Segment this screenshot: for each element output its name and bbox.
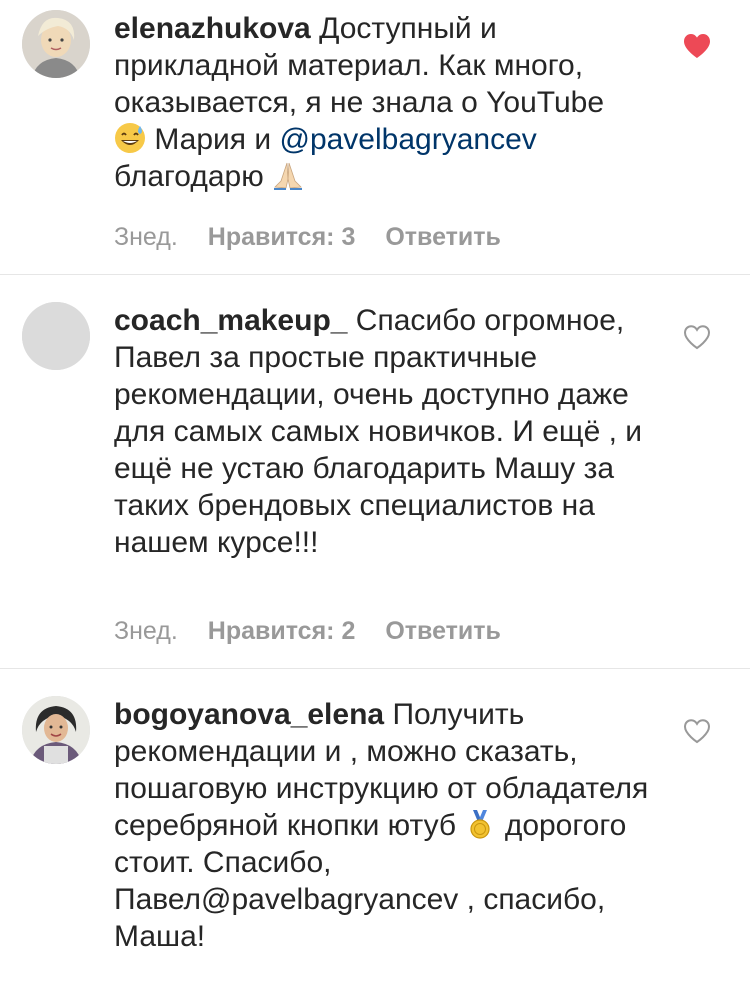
avatar[interactable]	[22, 696, 90, 764]
comment-username[interactable]: coach_makeup_	[114, 304, 347, 337]
comment-item: bogoyanova_elena Получить рекомендации и…	[0, 669, 750, 981]
heart-outline-icon[interactable]	[682, 717, 712, 745]
reply-button[interactable]: Ответить	[385, 223, 501, 251]
comment-time: Знед.	[114, 223, 178, 251]
comment-item: elenazhukova Доступный и прикладной мате…	[0, 0, 750, 274]
comment-likes[interactable]: Нравится: 3	[208, 223, 356, 251]
comment-text: coach_makeup_ Спасибо огромное, Павел за…	[114, 302, 654, 561]
mention-link[interactable]: @pavelbagryancev	[279, 123, 536, 156]
comment-item: coach_makeup_ Спасибо огромное, Павел за…	[0, 275, 750, 668]
comment-text-part: Мария и	[154, 123, 272, 156]
heart-outline-icon[interactable]	[682, 323, 712, 351]
avatar[interactable]	[22, 302, 90, 370]
comment-meta: Знед. Нравится: 3 Ответить	[114, 222, 501, 252]
comment-meta: Знед. Нравится: 2 Ответить	[114, 616, 501, 646]
avatar-image	[22, 696, 90, 764]
avatar[interactable]	[22, 10, 90, 78]
comment-username[interactable]: bogoyanova_elena	[114, 698, 384, 731]
medal-emoji-icon	[464, 808, 496, 840]
praying-hands-emoji-icon	[272, 159, 304, 191]
comment-time: Знед.	[114, 617, 178, 645]
heart-icon[interactable]	[682, 32, 712, 60]
avatar-image	[22, 10, 90, 78]
reply-button[interactable]: Ответить	[385, 617, 501, 645]
comment-likes[interactable]: Нравится: 2	[208, 617, 356, 645]
comment-text: elenazhukova Доступный и прикладной мате…	[114, 10, 654, 195]
comment-text-part: Спасибо огромное, Павел за простые практ…	[114, 304, 643, 559]
comment-username[interactable]: elenazhukova	[114, 12, 311, 45]
comment-text: bogoyanova_elena Получить рекомендации и…	[114, 696, 654, 955]
avatar-image	[22, 302, 90, 370]
sweat-smile-emoji-icon	[114, 122, 146, 154]
comment-text-part: благодарю	[114, 160, 264, 193]
